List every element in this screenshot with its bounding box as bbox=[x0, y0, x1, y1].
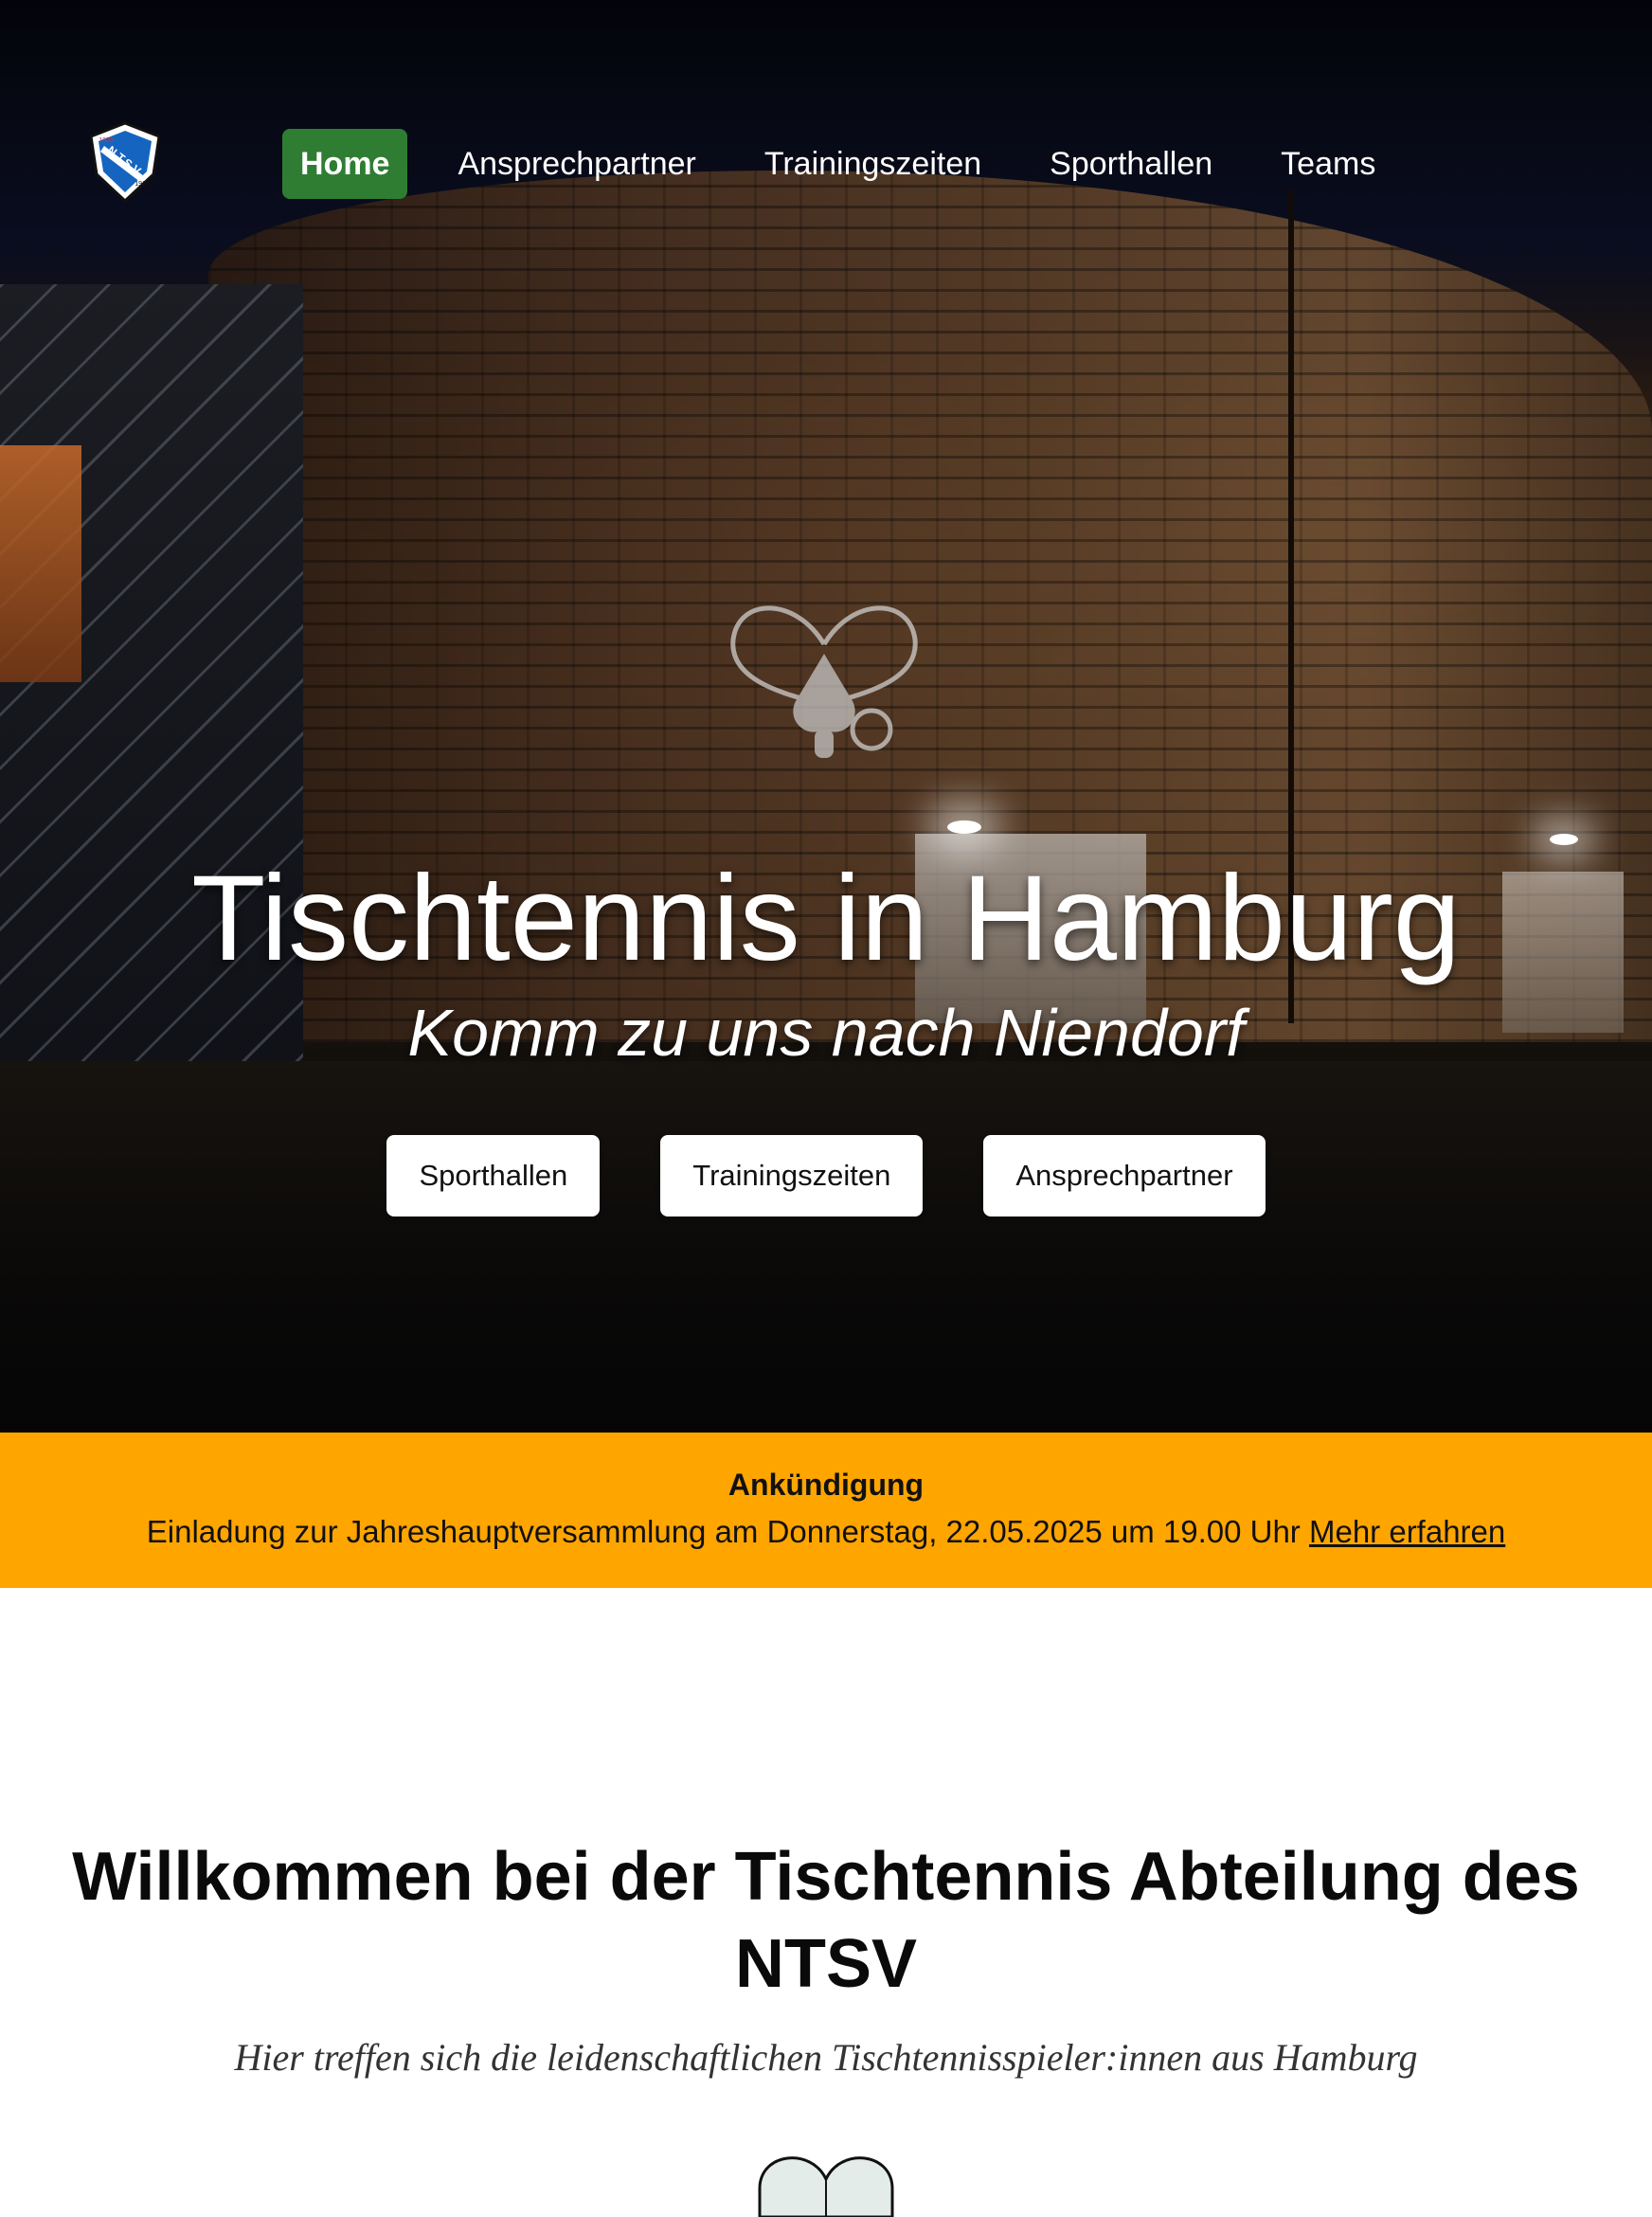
ntsv-crest-icon: N.T.S.V. 1950 1919 bbox=[89, 121, 161, 204]
hero-title: Tischtennis in Hamburg bbox=[191, 851, 1461, 986]
nav-item-home[interactable]: Home bbox=[282, 129, 408, 199]
hero-background-lamp bbox=[1550, 834, 1578, 845]
hero-background-window bbox=[0, 445, 81, 682]
sporthallen-button[interactable]: Sporthallen bbox=[386, 1135, 601, 1217]
nav-item-ansprechpartner[interactable]: Ansprechpartner bbox=[440, 129, 713, 199]
welcome-subtitle: Hier treffen sich die leidenschaftlichen… bbox=[234, 2036, 1418, 2079]
svg-text:1950: 1950 bbox=[99, 137, 114, 144]
hero-subtitle: Komm zu uns nach Niendorf bbox=[407, 996, 1245, 1070]
announcement-text-line: Einladung zur Jahreshauptversammlung am … bbox=[0, 1513, 1652, 1551]
trainingszeiten-button[interactable]: Trainingszeiten bbox=[660, 1135, 924, 1217]
nav-item-sporthallen[interactable]: Sporthallen bbox=[1032, 129, 1230, 199]
svg-text:1919: 1919 bbox=[135, 181, 150, 188]
table-tennis-paddles-icon bbox=[758, 2156, 894, 2217]
hero-background-ground bbox=[0, 1061, 1652, 1433]
hero-section: N.T.S.V. 1950 1919 Home Ansprechpartner … bbox=[0, 0, 1652, 1433]
announcement-more-link[interactable]: Mehr erfahren bbox=[1309, 1514, 1505, 1549]
welcome-title: Willkommen bei der Tischtennis Abteilung… bbox=[72, 1839, 1580, 2002]
nav-links: Home Ansprechpartner Trainingszeiten Spo… bbox=[282, 129, 1412, 199]
table-tennis-paddles-icon bbox=[730, 605, 918, 758]
nav-item-teams[interactable]: Teams bbox=[1263, 129, 1393, 199]
hero-button-group: Sporthallen Trainingszeiten Ansprechpart… bbox=[0, 1135, 1652, 1217]
club-logo[interactable]: N.T.S.V. 1950 1919 bbox=[87, 121, 163, 204]
ansprechpartner-button[interactable]: Ansprechpartner bbox=[983, 1135, 1266, 1217]
hero-background-lamp bbox=[947, 820, 981, 834]
announcement-banner: Ankündigung Einladung zur Jahreshauptver… bbox=[0, 1433, 1652, 1588]
announcement-text: Einladung zur Jahreshauptversammlung am … bbox=[146, 1514, 1301, 1549]
announcement-title: Ankündigung bbox=[727, 1468, 925, 1502]
nav-item-trainingszeiten[interactable]: Trainingszeiten bbox=[746, 129, 999, 199]
main-navigation: N.T.S.V. 1950 1919 Home Ansprechpartner … bbox=[0, 0, 1652, 204]
